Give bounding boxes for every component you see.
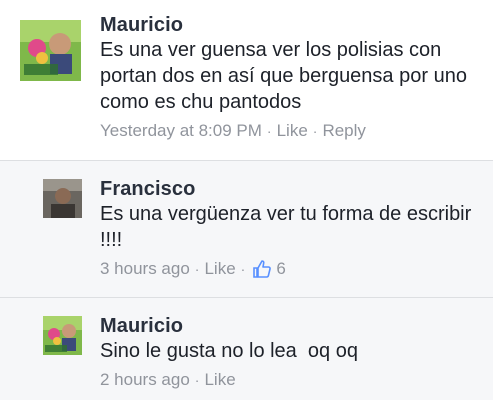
comment: Mauricio Es una ver guensa ver los polis… <box>0 0 493 160</box>
comment-meta: 3 hours ago · Like · 6 <box>100 258 480 280</box>
comment-reply: Francisco Es una vergüenza ver tu forma … <box>0 160 493 298</box>
reply-button[interactable]: Reply <box>322 120 365 142</box>
like-button[interactable]: Like <box>277 120 308 142</box>
comment-timestamp[interactable]: Yesterday at 8:09 PM <box>100 120 262 142</box>
comment-author[interactable]: Mauricio <box>100 314 480 338</box>
avatar[interactable] <box>43 179 82 218</box>
comment-text: Es una vergüenza ver tu forma de escribi… <box>100 203 477 251</box>
avatar[interactable] <box>43 316 82 355</box>
like-button[interactable]: Like <box>204 369 235 391</box>
separator: · <box>240 261 246 277</box>
comment-timestamp[interactable]: 2 hours ago <box>100 369 190 391</box>
comment-reply: Mauricio Sino le gusta no lo lea oq oq 2… <box>0 298 493 400</box>
comment-meta: 2 hours ago · Like <box>100 369 480 391</box>
comment-meta: Yesterday at 8:09 PM · Like · Reply <box>100 120 480 142</box>
comment-author[interactable]: Mauricio <box>100 13 480 37</box>
like-count[interactable]: 6 <box>276 258 285 280</box>
separator: · <box>312 123 318 139</box>
comment-author[interactable]: Francisco <box>100 177 480 201</box>
comment-timestamp[interactable]: 3 hours ago <box>100 258 190 280</box>
thumbs-up-icon[interactable] <box>252 259 272 279</box>
comment-text: Sino le gusta no lo lea oq oq <box>100 340 358 362</box>
avatar[interactable] <box>20 20 81 81</box>
comment-text: Es una ver guensa ver los polisias con p… <box>100 39 473 113</box>
separator: · <box>194 372 200 388</box>
like-button[interactable]: Like <box>204 258 235 280</box>
separator: · <box>266 123 272 139</box>
separator: · <box>194 261 200 277</box>
